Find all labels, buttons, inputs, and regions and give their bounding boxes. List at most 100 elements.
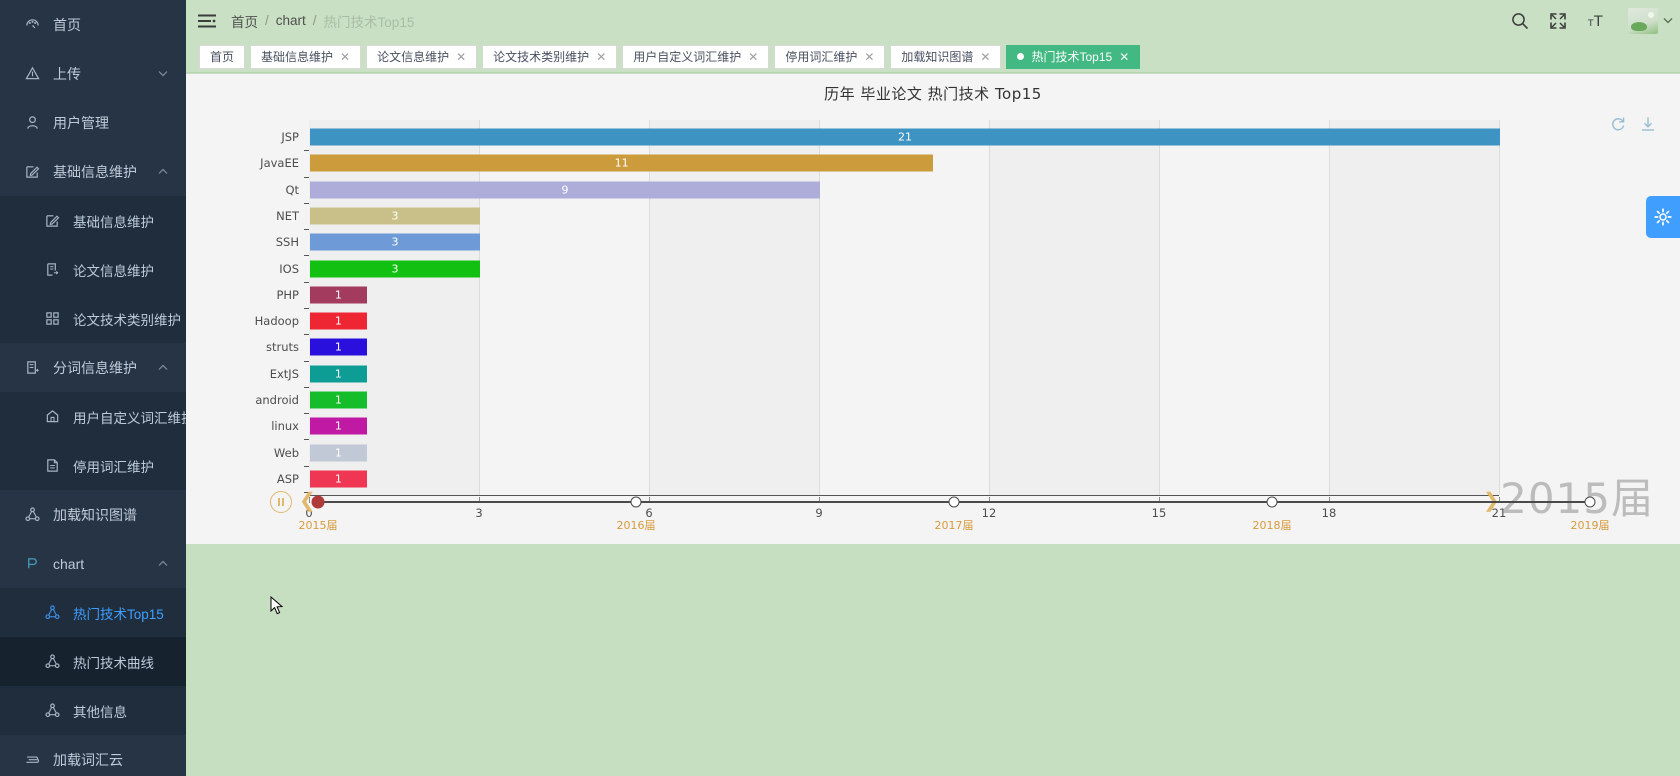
y-tick-label: Web <box>273 445 299 460</box>
sidebar-item-label: 用户自定义词汇维护 <box>73 410 186 426</box>
tab-4[interactable]: 用户自定义词汇维护 ✕ <box>622 44 770 69</box>
bar-JSP[interactable]: 21 <box>310 128 1500 146</box>
close-icon[interactable]: ✕ <box>980 51 990 63</box>
grid-icon <box>42 310 62 328</box>
sidebar-item-user-dict[interactable]: 用户自定义词汇维护 <box>0 392 186 441</box>
y-tick-label: Qt <box>285 182 299 197</box>
y-tick-label: struts <box>265 340 299 355</box>
sidebar-item-label: 基础信息维护 <box>73 214 154 230</box>
close-icon[interactable]: ✕ <box>456 51 466 63</box>
bar-JavaEE[interactable]: 11 <box>310 154 934 172</box>
close-icon[interactable]: ✕ <box>748 51 758 63</box>
tab-6[interactable]: 加载知识图谱 ✕ <box>890 44 1002 69</box>
sidebar-item-home[interactable]: 首页 <box>0 0 186 49</box>
bar-SSH[interactable]: 3 <box>310 233 480 251</box>
bar-value-label: 1 <box>334 367 342 381</box>
dashboard-icon <box>22 16 42 34</box>
share-icon <box>42 604 62 622</box>
tab-2[interactable]: 论文信息维护 ✕ <box>366 44 478 69</box>
sidebar-item-user-manage[interactable]: 用户管理 <box>0 98 186 147</box>
sidebar-item-base-info-child[interactable]: 基础信息维护 <box>0 196 186 245</box>
tab-label: 论文技术类别维护 <box>493 50 590 64</box>
bar-ExtJS[interactable]: 1 <box>310 365 367 383</box>
svg-text:T: T <box>1593 14 1603 30</box>
bar-value-label: 1 <box>334 393 342 407</box>
sidebar-item-stop-words[interactable]: 停用词汇维护 <box>0 441 186 490</box>
close-icon[interactable]: ✕ <box>596 51 606 63</box>
timeline-node-label: 2018届 <box>1252 519 1292 532</box>
breadcrumb-item-0[interactable]: 首页 <box>231 11 258 31</box>
sidebar-item-hot-tech-top15[interactable]: 热门技术Top15 <box>0 588 186 637</box>
y-tick-label: PHP <box>276 287 299 302</box>
grid-line <box>479 120 480 495</box>
sidebar-item-other-info[interactable]: 其他信息 <box>0 686 186 735</box>
y-tick-label: SSH <box>275 235 299 250</box>
y-tick-label: IOS <box>279 261 299 276</box>
y-tick-label: JSP <box>281 130 299 145</box>
chevron-up-icon[interactable] <box>158 559 168 569</box>
tab-0[interactable]: 首页 <box>199 44 246 69</box>
pause-icon[interactable] <box>270 491 292 513</box>
bar-NET[interactable]: 3 <box>310 207 480 225</box>
tab-7[interactable]: 热门技术Top15 ✕ <box>1006 44 1141 69</box>
bar-value-label: 1 <box>334 288 342 302</box>
fullscreen-icon[interactable] <box>1548 11 1568 31</box>
sidebar-item-upload[interactable]: 上传 <box>0 49 186 98</box>
chevron-up-icon[interactable] <box>158 363 168 373</box>
y-tick <box>304 255 309 257</box>
close-icon[interactable]: ✕ <box>864 51 874 63</box>
sidebar-item-load-kg[interactable]: 加载知识图谱 <box>0 490 186 539</box>
timeline-node-0[interactable] <box>311 495 325 509</box>
sidebar-item-base-info[interactable]: 基础信息维护 <box>0 147 186 196</box>
text-size-icon[interactable]: T T <box>1586 11 1606 31</box>
sidebar-item-hot-tech-curve[interactable]: 热门技术曲线 <box>0 637 186 686</box>
timeline-node-2[interactable] <box>948 496 960 508</box>
y-tick-label: android <box>255 393 299 407</box>
bar-Hadoop[interactable]: 1 <box>310 312 367 330</box>
gear-icon[interactable] <box>1646 196 1680 238</box>
grid-band <box>989 120 1159 495</box>
sidebar-item-label: chart <box>53 555 85 572</box>
y-tick-label: Hadoop <box>254 314 299 329</box>
breadcrumb-separator: / <box>265 13 269 28</box>
timeline-track[interactable]: 2015届 2016届 2017届 2018届 2019届 <box>299 495 1610 532</box>
tab-1[interactable]: 基础信息维护 ✕ <box>250 44 362 69</box>
sidebar-item-seg-info[interactable]: 分词信息维护 <box>0 343 186 392</box>
hamburger-icon[interactable] <box>197 11 217 31</box>
close-icon[interactable]: ✕ <box>1119 51 1129 63</box>
bar-Qt[interactable]: 9 <box>310 181 820 199</box>
top-header: 首页 / chart / 热门技术Top15 T T <box>186 0 1680 41</box>
timeline-node-1[interactable] <box>630 496 642 508</box>
bar-PHP[interactable]: 1 <box>310 286 367 304</box>
sidebar-item-paper-info[interactable]: 论文信息维护 <box>0 245 186 294</box>
sidebar-item-label: 加载知识图谱 <box>53 506 137 523</box>
chevron-up-icon[interactable] <box>158 167 168 177</box>
nav-subgroup: 热门技术Top15 热门技术曲线 其他信息 <box>0 588 186 735</box>
header-actions: T T <box>1510 0 1674 41</box>
chevron-down-icon[interactable] <box>158 69 168 79</box>
avatar-menu[interactable] <box>1628 7 1674 34</box>
sidebar-item-paper-tech-cat[interactable]: 论文技术类别维护 <box>0 294 186 343</box>
bar-android[interactable]: 1 <box>310 391 367 409</box>
plot-inner: 0 3 6 9 12 15 18 21 JSP 21 JavaEE 11 Qt 9 NET 3 … <box>255 120 1506 520</box>
bar-Web[interactable]: 1 <box>310 444 367 462</box>
bar-value-label: 1 <box>334 419 342 433</box>
sidebar-item-label: 热门技术Top15 <box>73 606 164 622</box>
chevron-down-icon[interactable] <box>1662 15 1674 27</box>
timeline-node-3[interactable] <box>1266 496 1278 508</box>
bar-struts[interactable]: 1 <box>310 338 367 356</box>
timeline-node-4[interactable] <box>1584 496 1596 508</box>
search-icon[interactable] <box>1510 11 1530 31</box>
close-icon[interactable]: ✕ <box>340 51 350 63</box>
breadcrumb-item-1[interactable]: chart <box>276 13 306 28</box>
tab-5[interactable]: 停用词汇维护 ✕ <box>774 44 886 69</box>
chart-panel: 历年 毕业论文 热门技术 Top15 0 3 6 9 12 15 18 21 J… <box>186 74 1680 544</box>
sidebar-item-load-wordcloud[interactable]: 加载词汇云 <box>0 735 186 776</box>
tab-3[interactable]: 论文技术类别维护 ✕ <box>482 44 618 69</box>
chart-title: 历年 毕业论文 热门技术 Top15 <box>824 85 1042 103</box>
bar-IOS[interactable]: 3 <box>310 260 480 278</box>
bar-value-label: 1 <box>334 446 342 460</box>
bar-linux[interactable]: 1 <box>310 417 367 435</box>
sidebar-item-chart[interactable]: chart <box>0 539 186 588</box>
avatar[interactable] <box>1628 7 1658 34</box>
